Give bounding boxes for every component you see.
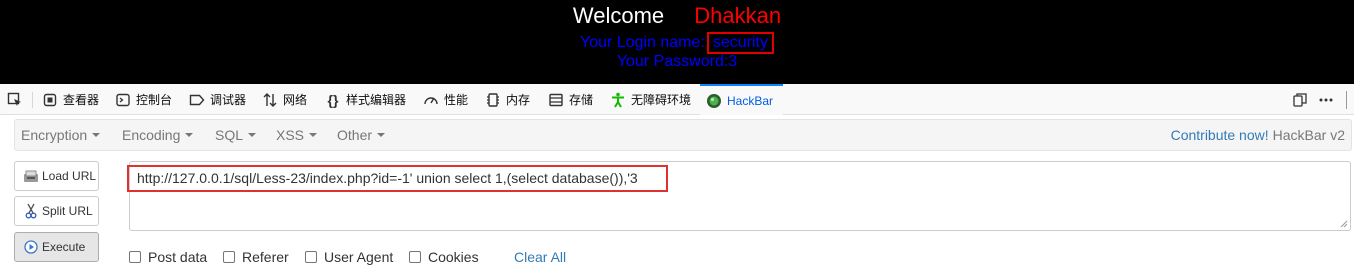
resize-grip-icon[interactable] bbox=[1340, 220, 1348, 228]
caret-down-icon bbox=[185, 133, 194, 137]
menu-sql-label: SQL bbox=[215, 127, 244, 143]
contribute-area: Contribute now! HackBar v2 bbox=[1171, 120, 1345, 150]
tab-storage[interactable]: 存储 bbox=[548, 84, 593, 115]
tab-style-editor[interactable]: {} 样式编辑器 bbox=[325, 84, 406, 115]
post-data-checkbox[interactable]: Post data bbox=[129, 247, 207, 267]
checkbox-box[interactable] bbox=[223, 251, 235, 263]
tab-memory[interactable]: 内存 bbox=[485, 84, 530, 115]
referer-label: Referer bbox=[242, 249, 289, 265]
accessibility-icon bbox=[610, 92, 626, 108]
caret-down-icon bbox=[92, 133, 101, 137]
referer-checkbox[interactable]: Referer bbox=[223, 247, 289, 267]
menu-encryption[interactable]: Encryption bbox=[21, 120, 101, 150]
tab-storage-label: 存储 bbox=[569, 93, 594, 107]
checkbox-box[interactable] bbox=[305, 251, 317, 263]
caret-down-icon bbox=[309, 133, 318, 137]
devtools-toolbar: 查看器 控制台 调试器 网络 {} 样式编辑器 性能 内存 存储 无障碍环境 H… bbox=[0, 84, 1354, 115]
menu-sql[interactable]: SQL bbox=[215, 120, 257, 150]
menu-encoding[interactable]: Encoding bbox=[122, 120, 194, 150]
user-agent-checkbox[interactable]: User Agent bbox=[305, 247, 393, 267]
tab-accessibility-label: 无障碍环境 bbox=[631, 93, 692, 107]
url-highlight-box: http://127.0.0.1/sql/Less-23/index.php?i… bbox=[127, 165, 668, 192]
debugger-icon bbox=[189, 92, 205, 108]
execute-label: Execute bbox=[42, 240, 86, 254]
menu-encryption-label: Encryption bbox=[21, 127, 88, 143]
play-icon bbox=[23, 239, 39, 255]
tab-network-label: 网络 bbox=[283, 93, 308, 107]
split-url-label: Split URL bbox=[42, 204, 93, 218]
password-line: Your Password:3 bbox=[616, 53, 738, 70]
user-name-text: Dhakkan bbox=[694, 3, 782, 28]
tab-performance-label: 性能 bbox=[444, 93, 469, 107]
checkbox-box[interactable] bbox=[409, 251, 421, 263]
responsive-design-icon bbox=[1292, 92, 1308, 108]
load-url-icon bbox=[23, 168, 39, 184]
tab-performance[interactable]: 性能 bbox=[423, 84, 468, 115]
tab-memory-label: 内存 bbox=[506, 93, 531, 107]
split-url-button[interactable]: Split URL bbox=[14, 196, 99, 226]
scissors-icon bbox=[23, 203, 39, 219]
cookies-checkbox[interactable]: Cookies bbox=[409, 247, 479, 267]
performance-icon bbox=[423, 92, 439, 108]
page-viewport: Welcome Dhakkan Your Login name: security… bbox=[0, 0, 1354, 84]
load-url-button[interactable]: Load URL bbox=[14, 161, 99, 191]
console-icon bbox=[115, 92, 131, 108]
caret-down-icon bbox=[248, 133, 257, 137]
element-picker-button[interactable] bbox=[7, 84, 28, 115]
tab-hackbar[interactable]: HackBar bbox=[700, 84, 783, 115]
hackbar-icon bbox=[706, 93, 722, 109]
tab-inspector-label: 查看器 bbox=[63, 93, 100, 107]
post-data-label: Post data bbox=[148, 249, 208, 265]
cookies-label: Cookies bbox=[428, 249, 479, 265]
clear-all-link[interactable]: Clear All bbox=[514, 247, 566, 267]
style-editor-icon: {} bbox=[327, 91, 339, 108]
menu-other-label: Other bbox=[337, 127, 373, 143]
execute-button[interactable]: Execute bbox=[14, 232, 99, 262]
tab-network[interactable]: 网络 bbox=[262, 84, 307, 115]
hackbar-menu-bar: Encryption Encoding SQL XSS Other Contri… bbox=[14, 119, 1352, 151]
menu-xss-label: XSS bbox=[276, 127, 305, 143]
login-name-line: Your Login name: security bbox=[0, 32, 1354, 54]
checkbox-box[interactable] bbox=[129, 251, 141, 263]
inspector-icon bbox=[42, 92, 58, 108]
user-agent-label: User Agent bbox=[324, 249, 394, 265]
tab-inspector[interactable]: 查看器 bbox=[42, 84, 99, 115]
login-name-label: Your Login name: bbox=[580, 34, 705, 51]
network-icon bbox=[262, 92, 278, 108]
menu-other[interactable]: Other bbox=[337, 120, 386, 150]
responsive-mode-button[interactable] bbox=[1292, 84, 1313, 115]
more-options-button[interactable] bbox=[1318, 84, 1339, 115]
tab-accessibility[interactable]: 无障碍环境 bbox=[610, 84, 691, 115]
tab-console[interactable]: 控制台 bbox=[115, 84, 172, 115]
ellipsis-icon bbox=[1318, 92, 1334, 108]
welcome-heading: Welcome Dhakkan bbox=[0, 3, 1354, 29]
storage-icon bbox=[548, 92, 564, 108]
menu-encoding-label: Encoding bbox=[122, 127, 181, 143]
tab-debugger[interactable]: 调试器 bbox=[189, 84, 246, 115]
hackbar-version-label: HackBar v2 bbox=[1272, 127, 1345, 143]
memory-icon bbox=[485, 92, 501, 108]
pick-element-icon bbox=[7, 92, 23, 108]
tab-debugger-label: 调试器 bbox=[210, 93, 247, 107]
menu-xss[interactable]: XSS bbox=[276, 120, 318, 150]
toolbar-overflow-edge bbox=[1346, 91, 1354, 109]
login-name-value: security bbox=[706, 32, 774, 54]
caret-down-icon bbox=[377, 133, 386, 137]
load-url-label: Load URL bbox=[42, 169, 97, 183]
contribute-link[interactable]: Contribute now! bbox=[1171, 127, 1269, 143]
tab-style-editor-label: 样式编辑器 bbox=[346, 93, 407, 107]
tab-console-label: 控制台 bbox=[136, 93, 173, 107]
url-text[interactable]: http://127.0.0.1/sql/Less-23/index.php?i… bbox=[137, 170, 638, 186]
tab-hackbar-label: HackBar bbox=[727, 93, 774, 108]
welcome-text: Welcome bbox=[572, 3, 665, 28]
